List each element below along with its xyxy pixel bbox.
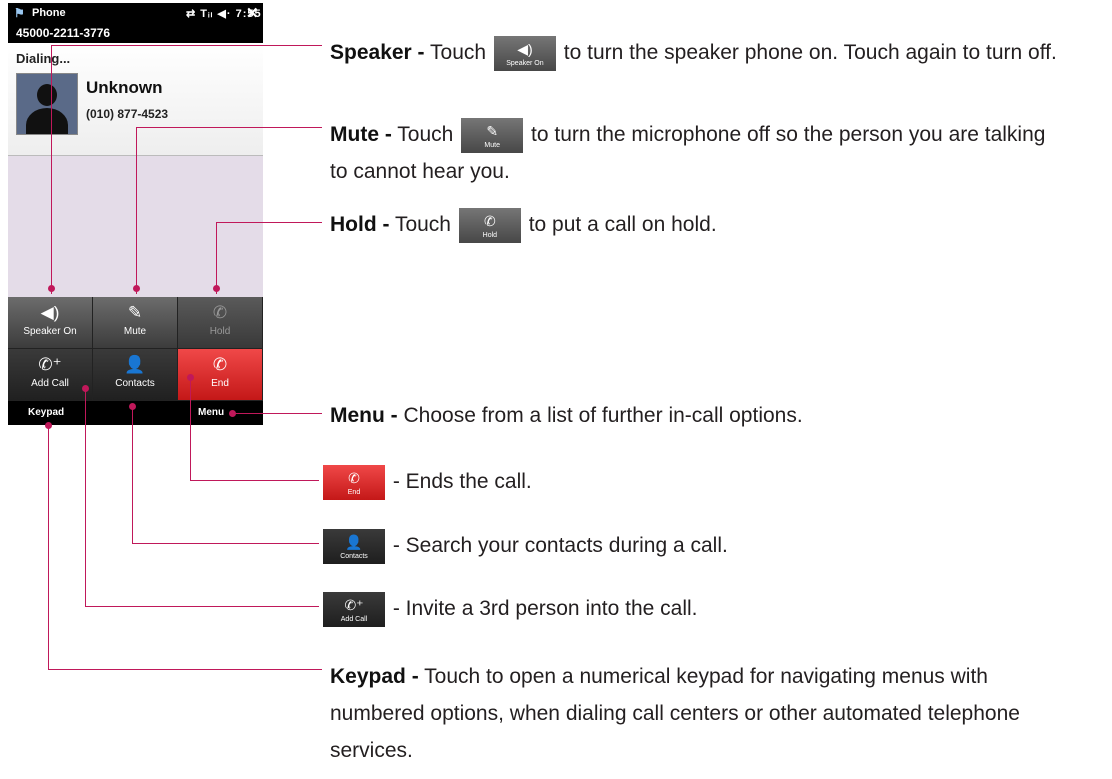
contacts-label: Contacts [115, 378, 155, 389]
mute-callout-line [136, 127, 322, 128]
add-call-callout-dot [82, 385, 89, 392]
keypad-term: Keypad - [330, 665, 419, 688]
contacts-icon: 👤 [345, 534, 363, 550]
end-call-icon: ✆ [348, 470, 360, 486]
hold-icon: ✆ [483, 213, 496, 229]
menu-callout-line [232, 413, 322, 414]
keypad-text-1: Touch to open a numerical keypad for nav… [424, 665, 988, 688]
own-number: 45000-2211-3776 [16, 26, 111, 40]
contacts-text: - Search your contacts during a call. [392, 534, 728, 558]
add-call-callout-line [85, 606, 319, 607]
end-mini-label: End [347, 489, 361, 496]
hold-callout-dot [213, 285, 220, 292]
speaker-icon: ◀) [517, 41, 533, 57]
speaker-on-label: Speaker On [23, 326, 77, 337]
menu-description: Menu - Choose from a list of further in-… [330, 401, 803, 430]
mute-pre: Touch [397, 123, 454, 147]
mute-term: Mute - [330, 123, 392, 147]
hold-term: Hold - [330, 213, 390, 237]
contacts-callout-line-vertical [132, 406, 133, 543]
end-call-icon: ✆ [212, 355, 228, 374]
mute-callout-dot [133, 285, 140, 292]
speaker-icon: ◀) [40, 303, 60, 322]
hold-text: to put a call on hold. [528, 213, 717, 237]
mute-description-cont: to cannot hear you. [330, 160, 510, 183]
contacts-description: 👤 Contacts - Search your contacts during … [321, 529, 728, 564]
mute-icon: ✎ [127, 303, 143, 322]
speaker-term: Speaker - [330, 41, 425, 65]
hold-label: Hold [209, 326, 231, 337]
mute-label: Mute [123, 326, 147, 337]
menu-text: Choose from a list of further in-call op… [403, 404, 803, 427]
contacts-mini-button: 👤 Contacts [323, 529, 385, 564]
add-call-icon: ✆⁺ [38, 355, 62, 374]
add-call-button[interactable]: ✆⁺ Add Call [8, 349, 93, 401]
add-call-callout-line-vertical [85, 388, 86, 606]
keypad-callout-line [48, 669, 322, 670]
menu-callout-dot [229, 410, 236, 417]
speaker-text: to turn the speaker phone on. Touch agai… [563, 41, 1057, 65]
mute-mini-button: ✎ Mute [461, 118, 524, 153]
speaker-description: Speaker - Touch ◀) Speaker On to turn the… [330, 36, 1057, 71]
contacts-button[interactable]: 👤 Contacts [93, 349, 178, 401]
own-number-bar: 45000-2211-3776 [8, 24, 263, 43]
hold-callout-line-vertical [216, 222, 217, 294]
mute-button[interactable]: ✎ Mute [93, 297, 178, 349]
end-callout-dot [187, 374, 194, 381]
contacts-mini-label: Contacts [340, 553, 368, 560]
call-status: Dialing... [16, 51, 71, 66]
hold-button[interactable]: ✆ Hold [178, 297, 263, 349]
menu-term: Menu - [330, 404, 398, 427]
end-callout-line [190, 480, 319, 481]
status-bar: ⚑ Phone ⇄ Tᵢₗ ◀· 7:55 ✕ [8, 3, 263, 24]
add-call-mini-label: Add Call [340, 616, 368, 623]
mute-icon: ✎ [486, 123, 499, 139]
end-text: - Ends the call. [392, 470, 532, 494]
hold-icon: ✆ [212, 303, 228, 322]
contacts-callout-line [132, 543, 319, 544]
add-call-icon: ✆⁺ [344, 597, 364, 613]
avatar-head-icon [37, 84, 57, 106]
keypad-callout-dot [45, 422, 52, 429]
speaker-pre: Touch [430, 41, 487, 65]
mute-description: Mute - Touch ✎ Mute to turn the microphon… [330, 118, 1045, 153]
speaker-mini-label: Speaker On [506, 60, 544, 67]
mute-callout-line-vertical [136, 127, 137, 294]
add-call-label: Add Call [31, 378, 69, 389]
keypad-line-1: Keypad - Touch to open a numerical keypa… [330, 658, 1020, 695]
speaker-on-button[interactable]: ◀) Speaker On [8, 297, 93, 349]
speaker-mini-button: ◀) Speaker On [493, 36, 556, 71]
keypad-description: Keypad - Touch to open a numerical keypa… [330, 658, 1020, 769]
close-icon[interactable]: ✕ [246, 4, 259, 22]
contact-number: (010) 877-4523 [86, 107, 169, 121]
keypad-callout-line-vertical [48, 426, 49, 669]
hold-mini-button: ✆ Hold [458, 208, 521, 243]
windows-logo-icon[interactable]: ⚑ [14, 6, 25, 20]
mute-text-1: to turn the microphone off so the person… [531, 123, 1046, 147]
end-description: ✆ End - Ends the call. [321, 465, 532, 500]
add-call-description: ✆⁺ Add Call - Invite a 3rd person into th… [321, 592, 698, 627]
end-mini-button: ✆ End [323, 465, 385, 500]
hold-pre: Touch [394, 213, 451, 237]
end-callout-line-vertical [190, 378, 191, 480]
hold-callout-line [216, 222, 322, 223]
keypad-softkey[interactable]: Keypad [28, 407, 64, 418]
contacts-callout-dot [129, 403, 136, 410]
speaker-callout-line-vertical [51, 45, 52, 294]
mute-mini-label: Mute [484, 142, 500, 149]
add-call-mini-button: ✆⁺ Add Call [323, 592, 385, 627]
contacts-icon: 👤 [124, 355, 146, 374]
speaker-callout-line [51, 45, 322, 46]
contact-name: Unknown [86, 78, 163, 97]
hold-description: Hold - Touch ✆ Hold to put a call on hold… [330, 208, 717, 243]
add-call-text: - Invite a 3rd person into the call. [392, 597, 698, 621]
hold-mini-label: Hold [482, 232, 498, 239]
keypad-line-3: services. [330, 739, 413, 762]
keypad-line-2: numbered options, when dialing call cent… [330, 702, 1020, 725]
avatar [16, 73, 78, 135]
speaker-callout-dot [48, 285, 55, 292]
menu-softkey[interactable]: Menu [198, 407, 224, 418]
app-title: Phone [32, 7, 66, 19]
avatar-body-icon [26, 108, 68, 134]
